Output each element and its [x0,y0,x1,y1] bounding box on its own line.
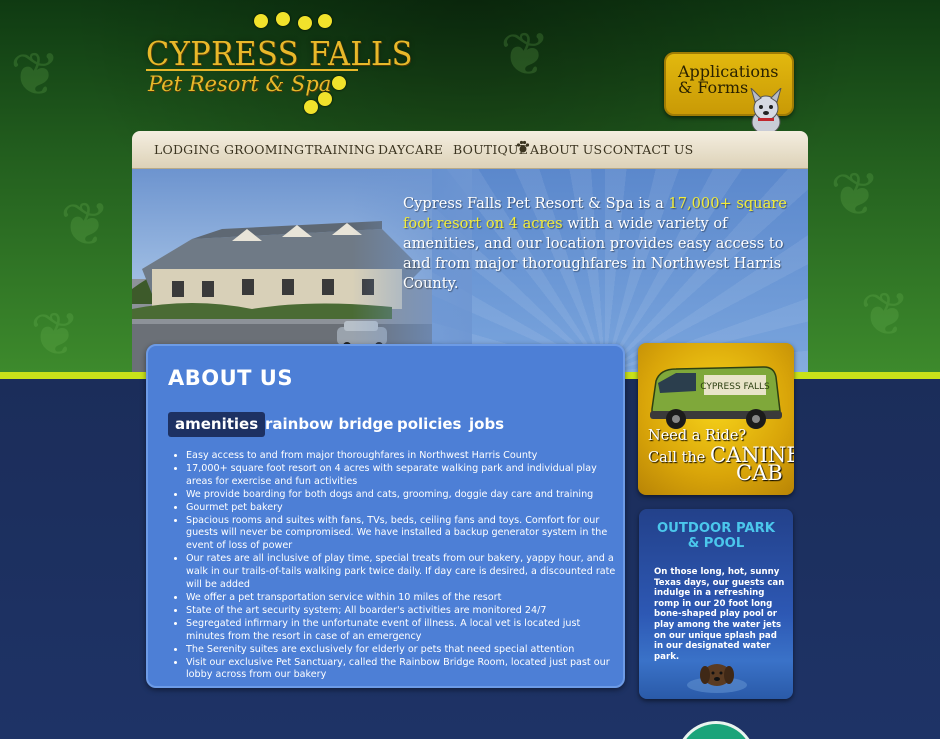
hero-banner: Cypress Falls Pet Resort & Spa is a 17,0… [132,169,808,372]
hero-text-start: Cypress Falls Pet Resort & Spa is a [403,195,669,212]
list-item: We provide boarding for both dogs and ca… [186,489,622,502]
nav-daycare[interactable]: DAYCARE [378,142,443,157]
leaf-pattern-icon: ❦ [30,300,81,370]
list-item: Spacious rooms and suites with fans, TVs… [186,515,622,554]
list-item: The Serenity suites are exclusively for … [186,644,622,657]
leaf-pattern-icon: ❦ [860,280,911,350]
logo-name: CYPRESS FALLS [146,34,413,73]
page-title: ABOUT US [168,366,293,390]
nav-about-us[interactable]: ABOUT US [530,142,602,157]
cartoon-dog-icon [750,88,782,135]
van-image: CYPRESS FALLS [650,366,782,429]
nav-contact-us[interactable]: CONTACT US [603,142,693,157]
site-logo[interactable]: CYPRESS FALLS Pet Resort & Spa [146,12,412,117]
paw-print-icon [276,12,290,26]
tab-rainbow-bridge[interactable]: rainbow bridge [258,412,400,437]
list-item: 17,000+ square foot resort on 4 acres wi… [186,463,622,489]
list-item: We offer a pet transportation service wi… [186,592,622,605]
cab-line3: CAB [736,461,783,485]
tab-jobs[interactable]: jobs [462,412,511,437]
paw-print-icon [254,14,268,28]
nav-lodging[interactable]: LODGING [154,142,220,157]
park-title-line2: & POOL [687,536,745,551]
main-nav: LODGING GROOMING TRAINING DAYCARE BOUTIQ… [132,131,808,169]
amenities-list: Easy access to and from major thoroughfa… [186,450,622,682]
cab-line1: Need a Ride? [648,428,747,444]
nav-grooming[interactable]: GROOMING [224,142,304,157]
list-item: Easy access to and from major thoroughfa… [186,450,622,463]
logo-tagline: Pet Resort & Spa [148,72,332,96]
list-item: Visit our exclusive Pet Sanctuary, calle… [186,657,622,683]
paw-print-icon [304,100,318,114]
tab-policies[interactable]: policies [390,412,468,437]
svg-text:CYPRESS FALLS: CYPRESS FALLS [700,382,770,392]
outdoor-park-promo[interactable]: OUTDOOR PARK & POOL On those long, hot, … [639,509,793,699]
about-panel: ABOUT US amenities rainbow bridge polici… [146,344,625,688]
hero-intro: Cypress Falls Pet Resort & Spa is a 17,0… [403,194,788,294]
leaf-pattern-icon: ❦ [10,40,61,110]
list-item: Our rates are all inclusive of play time… [186,553,622,592]
leaf-pattern-icon: ❦ [500,20,551,90]
paw-print-icon [516,140,530,153]
logo-rule [146,69,358,71]
cab-line2-prefix: Call the [648,450,710,466]
paw-print-icon [318,14,332,28]
list-item: State of the art security system; All bo… [186,605,622,618]
leaf-pattern-icon: ❦ [60,190,111,260]
canine-cab-promo[interactable]: CYPRESS FALLS Need a Ride? Call the CANI… [638,343,794,495]
paw-print-icon [298,16,312,30]
list-item: Segregated infirmary in the unfortunate … [186,618,622,644]
paw-print-icon [332,76,346,90]
leaf-pattern-icon: ❦ [830,160,881,230]
park-description: On those long, hot, sunny Texas days, ou… [654,567,785,662]
forms-label: & Forms [678,78,749,97]
park-title-line1: OUTDOOR PARK [656,521,776,536]
nav-training[interactable]: TRAINING [305,142,375,157]
paw-print-icon [318,92,332,106]
tab-amenities[interactable]: amenities [168,412,266,437]
park-title: OUTDOOR PARK & POOL [639,521,793,551]
list-item: Gourmet pet bakery [186,502,622,515]
swimming-dog-image [687,664,747,693]
